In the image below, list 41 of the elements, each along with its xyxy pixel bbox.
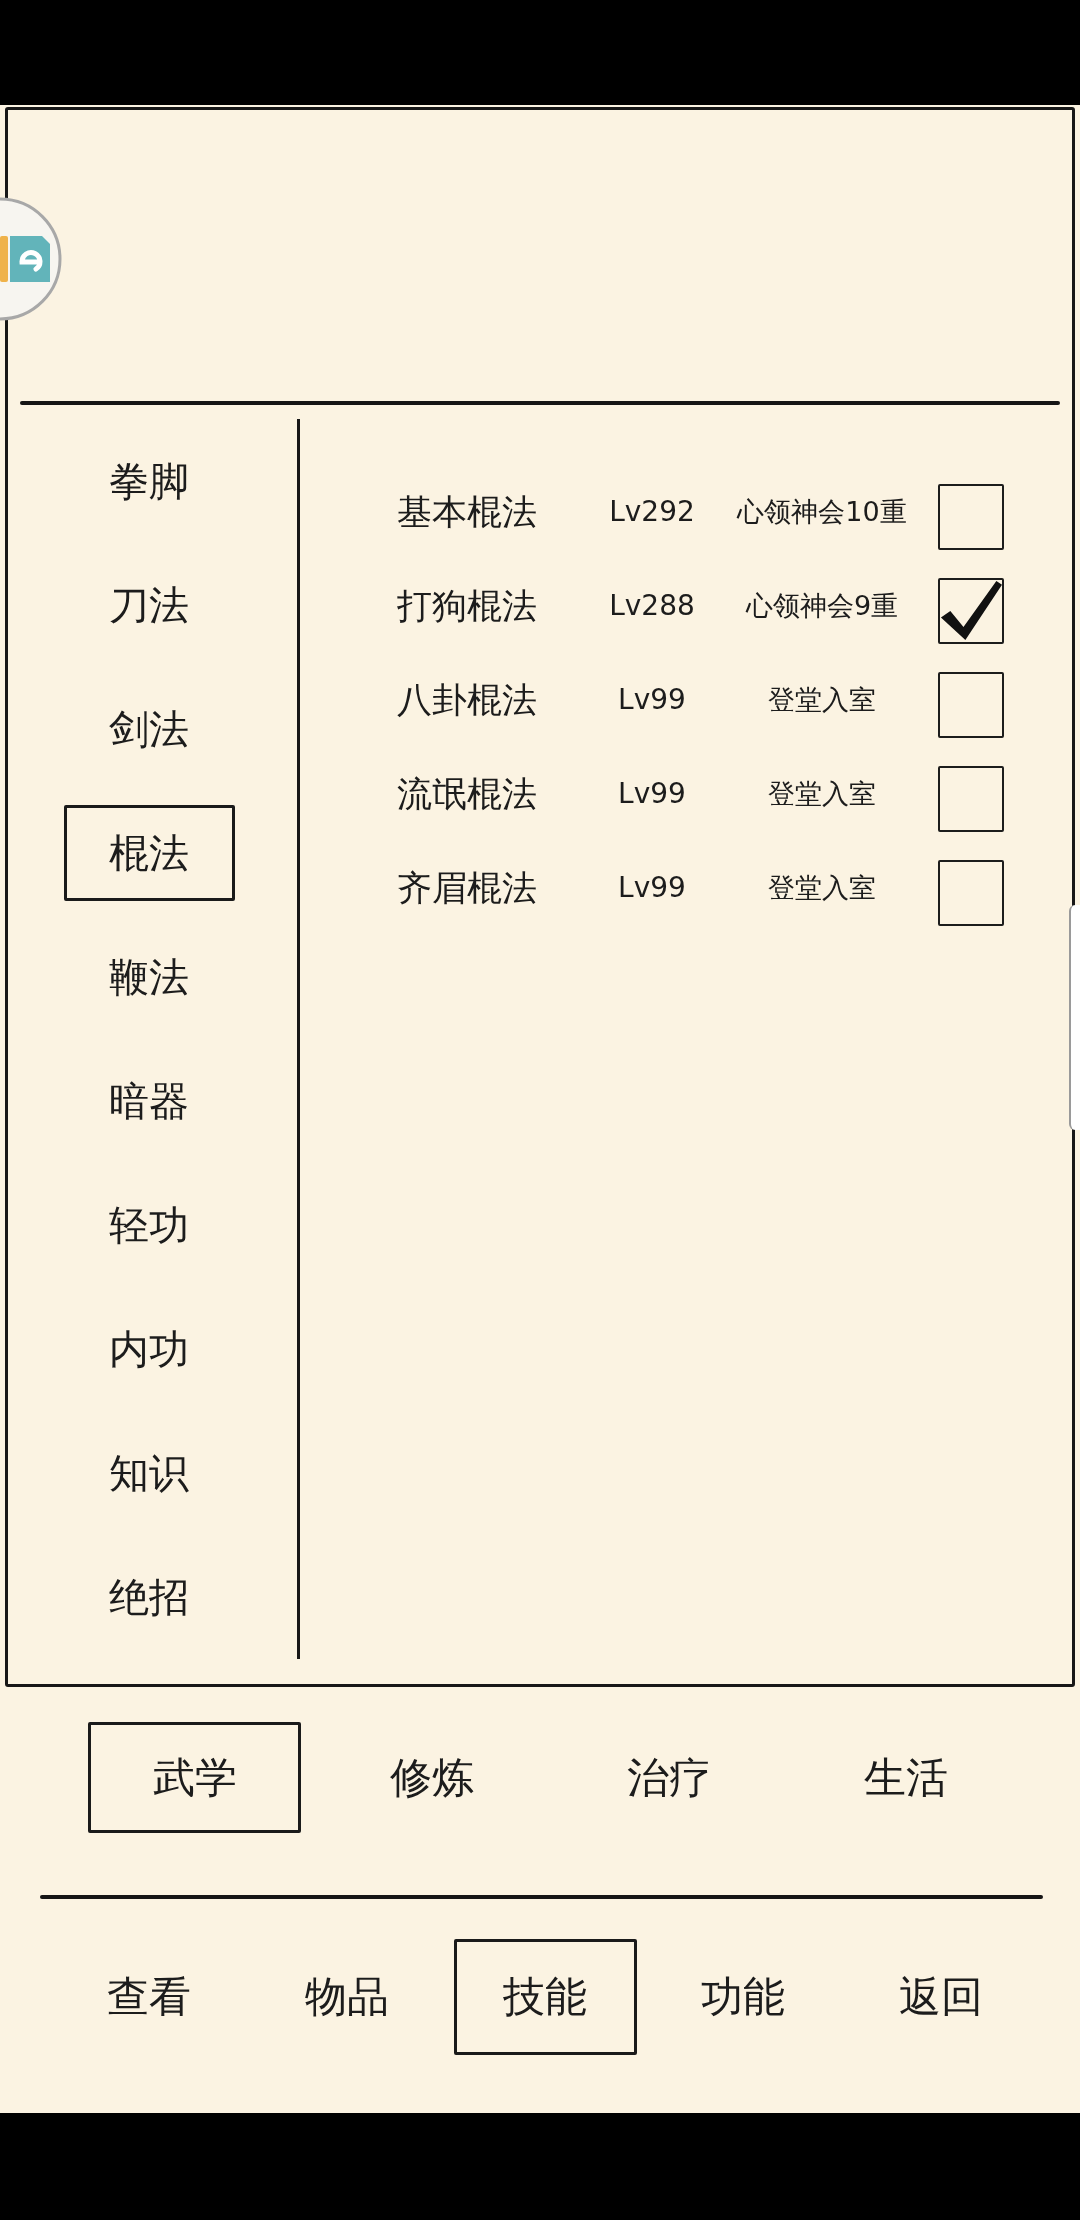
menu-tab[interactable]: 技能 [453,1939,637,2055]
skill-rank: 登堂入室 [768,870,876,905]
category-tab[interactable]: 生活 [799,1722,1012,1833]
skill-rank: 登堂入室 [768,682,876,717]
category-tab[interactable]: 棍法 [63,805,235,901]
menu-tab[interactable]: 查看 [57,1939,241,2055]
skill-level: Lv288 [609,588,695,624]
category-tab[interactable]: 鞭法 [63,929,235,1025]
skill-rank: 登堂入室 [768,776,876,811]
category-tab[interactable]: 修炼 [325,1722,538,1833]
category-tab[interactable]: 刀法 [63,557,235,653]
edge-panel-handle[interactable] [1069,905,1080,1130]
skill-checkbox[interactable] [938,578,1004,644]
category-tab[interactable]: 内功 [63,1301,235,1397]
menu-tab[interactable]: 返回 [849,1939,1033,2055]
category-tab[interactable]: 剑法 [63,681,235,777]
skill-name: 打狗棍法 [397,584,537,628]
menu-tab[interactable]: 物品 [255,1939,439,2055]
category-tab[interactable]: 绝招 [63,1549,235,1645]
skill-checkbox[interactable] [938,860,1004,926]
skill-level: Lv99 [618,870,686,906]
skill-rank: 心领神会9重 [745,588,899,623]
category-tab[interactable]: 知识 [63,1425,235,1521]
category-tab[interactable]: 拳脚 [63,433,235,529]
category-tab[interactable]: 轻功 [63,1177,235,1273]
skill-name: 基本棍法 [397,490,537,534]
skill-rank: 心领神会10重 [737,494,907,529]
category-tab[interactable]: 暗器 [63,1053,235,1149]
skill-name: 流氓棍法 [397,772,537,816]
skill-level: Lv292 [609,494,695,530]
skill-level: Lv99 [618,776,686,812]
category-tab[interactable]: 武学 [88,1722,301,1833]
menu-tab[interactable]: 功能 [651,1939,835,2055]
category-tab[interactable]: 治疗 [562,1722,775,1833]
skill-level: Lv99 [618,682,686,718]
skill-checkbox[interactable] [938,672,1004,738]
skill-checkbox[interactable] [938,484,1004,550]
skill-name: 齐眉棍法 [397,866,537,910]
skill-checkbox[interactable] [938,766,1004,832]
skill-name: 八卦棍法 [397,678,537,722]
checkmark-icon [940,580,1002,642]
